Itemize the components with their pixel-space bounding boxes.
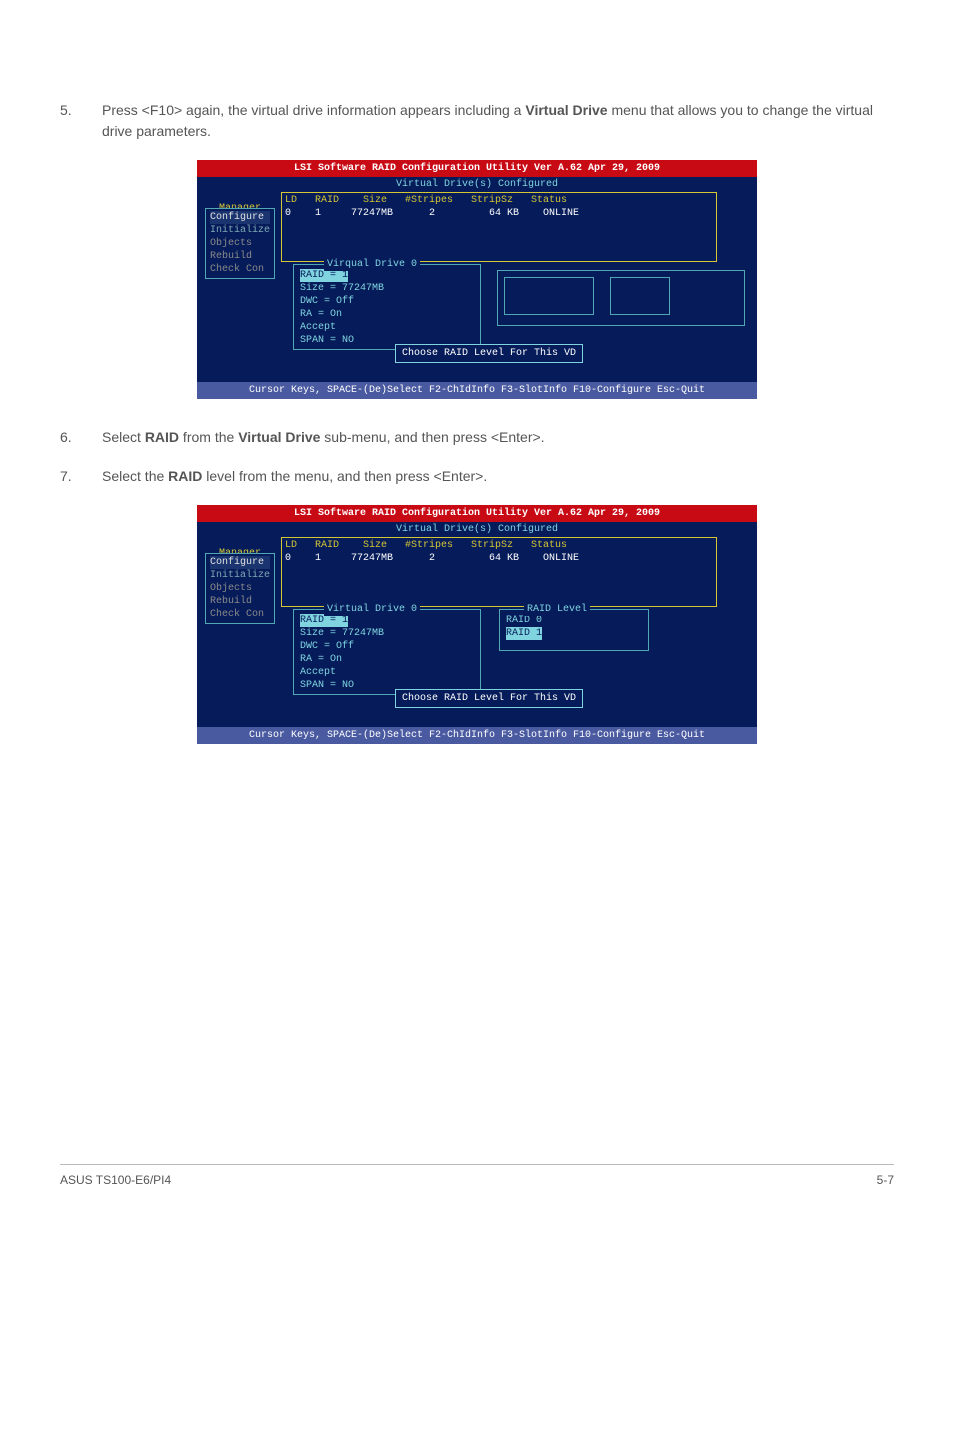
vd-accept-2[interactable]: Accept — [300, 666, 474, 679]
step-7-text: Select the RAID level from the menu, and… — [102, 466, 894, 487]
preview-box-1 — [497, 270, 745, 326]
choose-raid-level-1: Choose RAID Level For This VD — [395, 344, 583, 363]
step-7-bold: RAID — [168, 468, 202, 484]
vd-dwc-2[interactable]: DWC = Off — [300, 640, 474, 653]
virtual-drive-title-2: Virtual Drive 0 — [324, 603, 420, 616]
menu-initialize-2[interactable]: Initialize — [210, 569, 270, 582]
step-6-prefix: Select — [102, 429, 145, 445]
preview-inner-b-1 — [610, 277, 670, 315]
sidebar-menu-2: Configure Initialize Objects Rebuild Che… — [205, 553, 275, 624]
bios-title-2: LSI Software RAID Configuration Utility … — [197, 505, 757, 522]
vd-size-2[interactable]: Size = 77247MB — [300, 627, 474, 640]
vd-size-1[interactable]: Size = 77247MB — [300, 282, 474, 295]
menu-rebuild-2[interactable]: Rebuild — [210, 595, 270, 608]
virtual-drive-title-1: Virqual Drive 0 — [324, 258, 420, 271]
menu-configure-2[interactable]: Configure — [210, 556, 270, 569]
step-7: 7. Select the RAID level from the menu, … — [60, 466, 894, 487]
preview-inner-a-1 — [504, 277, 594, 315]
step-7-prefix: Select the — [102, 468, 168, 484]
menu-configure-1[interactable]: Configure — [210, 211, 270, 224]
page-footer: ASUS TS100-E6/PI4 5-7 — [60, 1164, 894, 1187]
footer-left: ASUS TS100-E6/PI4 — [60, 1173, 171, 1187]
bios-screenshot-1: LSI Software RAID Configuration Utility … — [197, 160, 757, 399]
bios-subtitle-1: Virtual Drive(s) Configured — [197, 177, 757, 192]
step-6-mid: from the — [179, 429, 238, 445]
menu-initialize-1[interactable]: Initialize — [210, 224, 270, 237]
vd-ra-2[interactable]: RA = On — [300, 653, 474, 666]
step-5-bold: Virtual Drive — [525, 102, 607, 118]
step-7-number: 7. — [60, 466, 102, 487]
bios-subtitle-2: Virtual Drive(s) Configured — [197, 522, 757, 537]
virtual-drive-box-1: Virqual Drive 0 RAID = 1 Size = 77247MB … — [293, 264, 481, 350]
bios-header-row-1: LD RAID Size #Stripes StripSz Status — [285, 194, 717, 207]
step-5: 5. Press <F10> again, the virtual drive … — [60, 100, 894, 142]
vd-dwc-1[interactable]: DWC = Off — [300, 295, 474, 308]
vd-ra-1[interactable]: RA = On — [300, 308, 474, 321]
vd-accept-1[interactable]: Accept — [300, 321, 474, 334]
step-5-prefix: Press <F10> again, the virtual drive inf… — [102, 102, 525, 118]
sidebar-menu-1: Configure Initialize Objects Rebuild Che… — [205, 208, 275, 279]
bios-header-row-2: LD RAID Size #Stripes StripSz Status — [285, 539, 717, 552]
menu-objects-2[interactable]: Objects — [210, 582, 270, 595]
raid-level-title: RAID Level — [524, 603, 590, 616]
step-6-bold2: Virtual Drive — [238, 429, 320, 445]
choose-raid-level-2: Choose RAID Level For This VD — [395, 689, 583, 708]
step-6-text: Select RAID from the Virtual Drive sub-m… — [102, 427, 894, 448]
virtual-drive-box-2: Virtual Drive 0 RAID = 1 Size = 77247MB … — [293, 609, 481, 695]
bios-data-row-1: 0 1 77247MB 2 64 KB ONLINE — [285, 207, 717, 220]
bios-title-1: LSI Software RAID Configuration Utility … — [197, 160, 757, 177]
step-6: 6. Select RAID from the Virtual Drive su… — [60, 427, 894, 448]
bios-screenshot-2: LSI Software RAID Configuration Utility … — [197, 505, 757, 744]
step-5-number: 5. — [60, 100, 102, 142]
raid-level-1[interactable]: RAID 1 — [506, 627, 542, 640]
menu-objects-1[interactable]: Objects — [210, 237, 270, 250]
bios-data-row-2: 0 1 77247MB 2 64 KB ONLINE — [285, 552, 717, 565]
menu-check-2[interactable]: Check Con — [210, 608, 270, 621]
step-6-number: 6. — [60, 427, 102, 448]
step-5-text: Press <F10> again, the virtual drive inf… — [102, 100, 894, 142]
step-7-suffix: level from the menu, and then press <Ent… — [202, 468, 487, 484]
step-6-suffix: sub-menu, and then press <Enter>. — [320, 429, 544, 445]
menu-check-1[interactable]: Check Con — [210, 263, 270, 276]
bios-footer-1: Cursor Keys, SPACE-(De)Select F2-ChIdInf… — [197, 382, 757, 399]
raid-level-box: RAID Level RAID 0 RAID 1 — [499, 609, 649, 651]
bios-footer-2: Cursor Keys, SPACE-(De)Select F2-ChIdInf… — [197, 727, 757, 744]
step-6-bold1: RAID — [145, 429, 179, 445]
menu-rebuild-1[interactable]: Rebuild — [210, 250, 270, 263]
footer-right: 5-7 — [877, 1173, 894, 1187]
